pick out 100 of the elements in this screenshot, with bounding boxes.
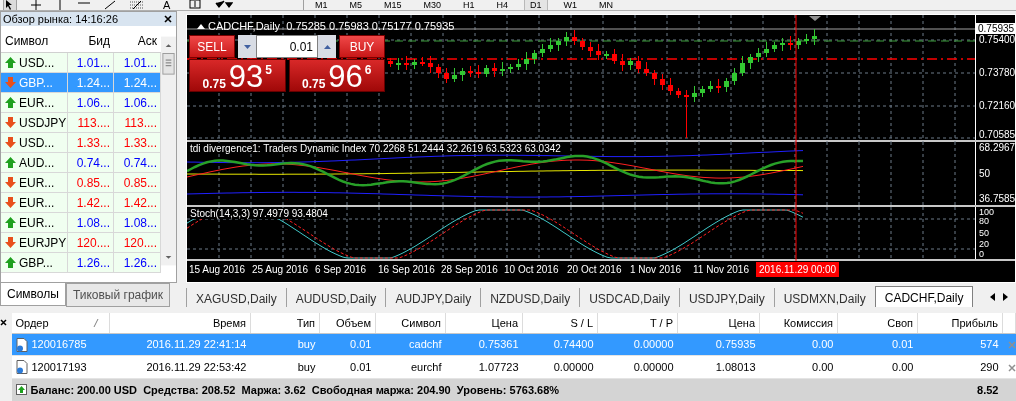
- lot-size-field[interactable]: 0.01: [256, 35, 318, 58]
- timeframe-button[interactable]: MN: [594, 0, 619, 10]
- chart-tab[interactable]: CADCHF,Daily: [874, 286, 974, 307]
- candle: [540, 43, 545, 58]
- chart-tab[interactable]: USDCAD,Daily: [579, 288, 679, 307]
- column-header[interactable]: Символ: [1, 31, 68, 50]
- timeframe-button[interactable]: M5: [344, 0, 368, 10]
- column-header[interactable]: T / P: [649, 316, 673, 329]
- close-icon[interactable]: [0, 318, 7, 326]
- date-label: 10 Oct 2016: [504, 263, 560, 277]
- symbol-row[interactable]: EUR... 1.06... 1.06...: [1, 93, 161, 113]
- scroll-right-icon[interactable]: [1003, 293, 1008, 301]
- date-label: 15 Aug 2016: [189, 263, 247, 277]
- chart-tab[interactable]: USDJPY,Daily: [678, 288, 774, 307]
- price-text: 0.85...: [123, 174, 157, 192]
- symbol-row[interactable]: EURJPY 120.... 120....: [1, 233, 161, 253]
- candle: [668, 77, 673, 96]
- candle: [396, 57, 401, 71]
- buy-button[interactable]: BUY: [339, 35, 385, 58]
- symbol-row[interactable]: EUR... 0.85... 0.85...: [1, 173, 161, 193]
- column-header[interactable]: Своп: [887, 316, 913, 329]
- chart-tab[interactable]: USDMXN,Daily: [773, 288, 875, 307]
- candle: [716, 78, 721, 94]
- price-label: 0.75935: [976, 23, 1016, 34]
- date-label: 1 Nov 2016: [630, 263, 683, 277]
- timeframe-button[interactable]: W1: [558, 0, 583, 10]
- price-text: 1.08...: [123, 214, 157, 232]
- candle: [388, 57, 393, 68]
- symbol-name: EUR...: [19, 94, 55, 112]
- label-icon[interactable]: [189, 0, 202, 10]
- date-label: 25 Aug 2016: [252, 263, 310, 277]
- total-profit: 8.52: [977, 383, 999, 396]
- symbol-row[interactable]: USD... 1.33... 1.33...: [1, 133, 161, 153]
- symbol-row[interactable]: USD... 1.01... 1.01...: [1, 53, 161, 73]
- chart-tab[interactable]: AUDJPY,Daily: [385, 288, 481, 307]
- trendline-icon[interactable]: [104, 0, 116, 10]
- timeframe-button[interactable]: H4: [491, 0, 514, 10]
- symbol-row[interactable]: GBP... 1.26... 1.26...: [1, 253, 161, 273]
- candle: [812, 28, 817, 46]
- candle: [532, 49, 537, 65]
- date-label: 16 Sep 2016: [378, 263, 436, 277]
- cell-text: cadchf: [409, 338, 442, 351]
- price-label: 0.70585: [979, 129, 1016, 140]
- price-label: 0.73780: [979, 67, 1016, 78]
- cell-text: 1.08013: [715, 360, 756, 373]
- candle: [700, 85, 705, 98]
- column-header[interactable]: Аск: [114, 31, 161, 50]
- arrow-up-icon[interactable]: [323, 44, 331, 49]
- symbol-row[interactable]: AUD... 0.74... 0.74...: [1, 153, 161, 173]
- candle: [780, 37, 785, 52]
- chart-title: CADCHF,Daily 0.75285 0.75983 0.75177 0.75935: [208, 19, 455, 34]
- column-header[interactable]: Время: [212, 316, 246, 329]
- price-text: 113....: [124, 114, 157, 132]
- candle: [724, 77, 729, 93]
- crosshair-icon[interactable]: [30, 0, 42, 10]
- column-header[interactable]: Бид: [68, 31, 114, 50]
- symbol-row[interactable]: EUR... 1.08... 1.08...: [1, 213, 161, 233]
- price-text: 1.33...: [76, 134, 110, 152]
- arrows-icon[interactable]: [215, 0, 234, 10]
- tab[interactable]: Тиковый график: [65, 283, 171, 307]
- price-text: 1.06...: [123, 94, 157, 112]
- date-label: 11 Nov 2016: [693, 263, 750, 277]
- column-header[interactable]: Тип: [296, 316, 315, 329]
- scroll-left-icon[interactable]: [990, 293, 995, 301]
- candle: [804, 33, 809, 45]
- channel-icon[interactable]: [130, 0, 144, 10]
- symbol-row[interactable]: USDJPY 113.... 113....: [1, 113, 161, 133]
- candle: [748, 53, 753, 70]
- candle: [740, 55, 745, 77]
- chart-tab[interactable]: NZDUSD,Daily: [480, 288, 580, 307]
- candle: [644, 61, 649, 77]
- date-label: 20 Oct 2016: [567, 263, 623, 277]
- tab[interactable]: Символы: [0, 283, 66, 306]
- cursor-icon[interactable]: [4, 0, 16, 10]
- symbol-row[interactable]: EUR... 1.42... 1.42...: [1, 193, 161, 213]
- vertical-line-icon[interactable]: [56, 0, 64, 10]
- arrow-down-icon[interactable]: [243, 44, 251, 49]
- candle: [484, 64, 489, 78]
- candle: [772, 41, 777, 53]
- timeframe-button[interactable]: M15: [379, 0, 407, 10]
- timeframe-button[interactable]: M1: [310, 0, 333, 10]
- axis-label: 80: [979, 216, 989, 227]
- sell-button[interactable]: SELL: [189, 35, 235, 58]
- sort-icon[interactable]: [92, 318, 99, 327]
- symbol-name: USDJPY: [19, 114, 67, 132]
- chart-tab[interactable]: AUDUSD,Daily: [285, 288, 386, 307]
- timeframe-button[interactable]: M30: [418, 0, 447, 10]
- timeframe-button[interactable]: H1: [458, 0, 480, 10]
- candle: [588, 41, 593, 58]
- chart-shift-icon[interactable]: [809, 16, 821, 21]
- date-label: 6 Sep 2016: [315, 263, 368, 277]
- timeframe-button[interactable]: D1: [525, 0, 547, 10]
- order-row[interactable]: 120017193 2016.11.29 22:53:42 buy 0.01 eurchf 1.07723 0.00000 0.00000 1.08013 0.00 0.00 290: [11, 355, 1016, 379]
- candle: [476, 64, 481, 79]
- order-number: 120016785: [31, 337, 87, 353]
- text-tool-button[interactable]: A: [158, 0, 176, 10]
- close-icon[interactable]: [164, 15, 172, 23]
- column-header[interactable]: S / L: [570, 316, 593, 329]
- chart-tab[interactable]: XAGUSD,Daily: [186, 288, 286, 307]
- triangle-icon[interactable]: [197, 23, 205, 30]
